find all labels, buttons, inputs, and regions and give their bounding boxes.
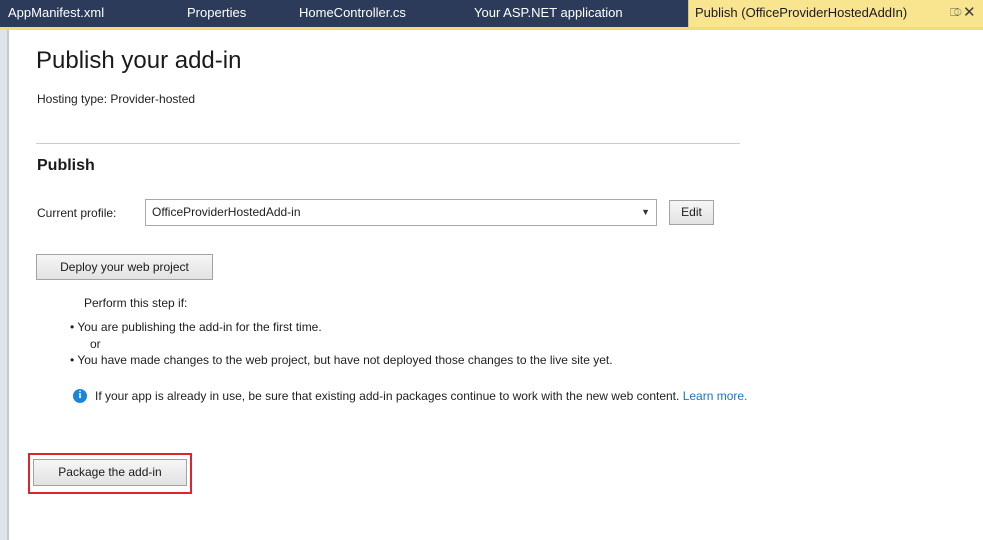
tab-homecontroller[interactable]: HomeController.cs (299, 0, 406, 27)
publish-section-title: Publish (37, 157, 95, 174)
bullet-first-time: You are publishing the add-in for the fi… (77, 320, 322, 334)
info-note: If your app is already in use, be sure t… (95, 388, 755, 404)
perform-step-text: Perform this step if: (84, 296, 188, 310)
hosting-type: Hosting type: Provider-hosted (37, 92, 196, 106)
close-icon[interactable]: ✕ (963, 0, 976, 25)
current-profile-value: OfficeProviderHostedAdd-in (152, 205, 301, 219)
tab-publish[interactable]: Publish (OfficeProviderHostedAddIn) (688, 0, 983, 27)
tab-aspnet-application[interactable]: Your ASP.NET application (474, 0, 623, 27)
learn-more-link[interactable]: Learn more. (683, 389, 748, 403)
document-tab-bar: AppManifest.xml Properties HomeControlle… (0, 0, 983, 30)
section-divider (36, 143, 740, 144)
info-note-text: If your app is already in use, be sure t… (95, 389, 680, 403)
deploy-web-project-button[interactable]: Deploy your web project (36, 254, 213, 280)
or-text: or (90, 337, 101, 351)
package-addin-button[interactable]: Package the add-in (33, 459, 187, 486)
list-item: • You have made changes to the web proje… (70, 353, 613, 367)
pin-icon[interactable]: ⎄ (950, 7, 962, 20)
current-profile-label: Current profile: (37, 206, 117, 220)
tab-properties[interactable]: Properties (187, 0, 246, 27)
list-item: • You are publishing the add-in for the … (70, 320, 322, 334)
edit-profile-button[interactable]: Edit (669, 200, 714, 225)
tab-publish-label: Publish (OfficeProviderHostedAddIn) (695, 5, 908, 20)
tab-appmanifest[interactable]: AppManifest.xml (8, 0, 104, 27)
current-profile-dropdown[interactable]: OfficeProviderHostedAdd-in ▼ (145, 199, 657, 226)
info-icon: i (73, 389, 87, 403)
chevron-down-icon: ▼ (641, 207, 650, 217)
window-left-edge (0, 0, 9, 540)
bullet-changes: You have made changes to the web project… (77, 353, 613, 367)
page-title: Publish your add-in (36, 47, 242, 74)
